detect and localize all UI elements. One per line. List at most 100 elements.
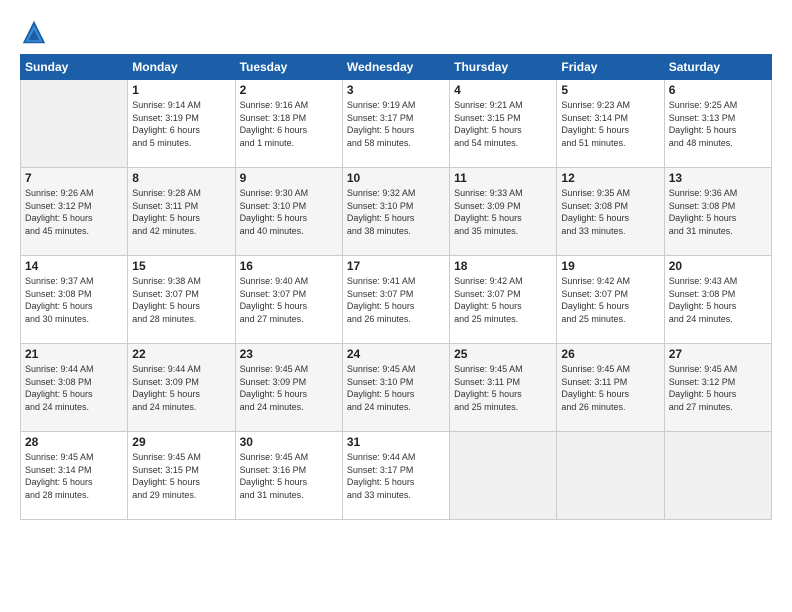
day-info: Sunrise: 9:35 AM Sunset: 3:08 PM Dayligh… <box>561 187 659 237</box>
calendar-cell: 11 Sunrise: 9:33 AM Sunset: 3:09 PM Dayli… <box>450 168 557 256</box>
day-info: Sunrise: 9:37 AM Sunset: 3:08 PM Dayligh… <box>25 275 123 325</box>
week-row-1: 7 Sunrise: 9:26 AM Sunset: 3:12 PM Daylig… <box>21 168 772 256</box>
day-number: 23 <box>240 347 338 361</box>
day-number: 4 <box>454 83 552 97</box>
day-number: 12 <box>561 171 659 185</box>
day-number: 7 <box>25 171 123 185</box>
calendar-cell: 13 Sunrise: 9:36 AM Sunset: 3:08 PM Dayli… <box>664 168 771 256</box>
calendar-cell: 29Sunrise: 9:45 AM Sunset: 3:15 PM Dayli… <box>128 432 235 520</box>
day-info: Sunrise: 9:33 AM Sunset: 3:09 PM Dayligh… <box>454 187 552 237</box>
calendar-cell: 23 Sunrise: 9:45 AM Sunset: 3:09 PM Dayli… <box>235 344 342 432</box>
weekday-header-saturday: Saturday <box>664 55 771 80</box>
calendar-cell: 28 Sunrise: 9:45 AM Sunset: 3:14 PM Dayli… <box>21 432 128 520</box>
day-number: 24 <box>347 347 445 361</box>
calendar-cell: 30Sunrise: 9:45 AM Sunset: 3:16 PM Dayli… <box>235 432 342 520</box>
day-number: 15 <box>132 259 230 273</box>
day-info: Sunrise: 9:43 AM Sunset: 3:08 PM Dayligh… <box>669 275 767 325</box>
calendar-cell: 19Sunrise: 9:42 AM Sunset: 3:07 PM Dayli… <box>557 256 664 344</box>
day-info: Sunrise: 9:42 AM Sunset: 3:07 PM Dayligh… <box>454 275 552 325</box>
day-info: Sunrise: 9:38 AM Sunset: 3:07 PM Dayligh… <box>132 275 230 325</box>
day-info: Sunrise: 9:21 AM Sunset: 3:15 PM Dayligh… <box>454 99 552 149</box>
day-info: Sunrise: 9:26 AM Sunset: 3:12 PM Dayligh… <box>25 187 123 237</box>
calendar-cell: 7 Sunrise: 9:26 AM Sunset: 3:12 PM Daylig… <box>21 168 128 256</box>
day-number: 6 <box>669 83 767 97</box>
day-info: Sunrise: 9:45 AM Sunset: 3:12 PM Dayligh… <box>669 363 767 413</box>
day-info: Sunrise: 9:30 AM Sunset: 3:10 PM Dayligh… <box>240 187 338 237</box>
day-number: 5 <box>561 83 659 97</box>
day-number: 18 <box>454 259 552 273</box>
calendar-cell: 8 Sunrise: 9:28 AM Sunset: 3:11 PM Daylig… <box>128 168 235 256</box>
calendar-cell: 24 Sunrise: 9:45 AM Sunset: 3:10 PM Dayli… <box>342 344 449 432</box>
calendar-cell <box>21 80 128 168</box>
calendar-table: SundayMondayTuesdayWednesdayThursdayFrid… <box>20 54 772 520</box>
day-info: Sunrise: 9:36 AM Sunset: 3:08 PM Dayligh… <box>669 187 767 237</box>
day-info: Sunrise: 9:45 AM Sunset: 3:11 PM Dayligh… <box>561 363 659 413</box>
day-info: Sunrise: 9:44 AM Sunset: 3:09 PM Dayligh… <box>132 363 230 413</box>
day-info: Sunrise: 9:44 AM Sunset: 3:17 PM Dayligh… <box>347 451 445 501</box>
day-number: 27 <box>669 347 767 361</box>
day-info: Sunrise: 9:42 AM Sunset: 3:07 PM Dayligh… <box>561 275 659 325</box>
day-info: Sunrise: 9:19 AM Sunset: 3:17 PM Dayligh… <box>347 99 445 149</box>
day-number: 1 <box>132 83 230 97</box>
day-number: 8 <box>132 171 230 185</box>
day-number: 13 <box>669 171 767 185</box>
calendar-cell: 26 Sunrise: 9:45 AM Sunset: 3:11 PM Dayli… <box>557 344 664 432</box>
calendar-cell: 5 Sunrise: 9:23 AM Sunset: 3:14 PM Daylig… <box>557 80 664 168</box>
page: SundayMondayTuesdayWednesdayThursdayFrid… <box>0 0 792 612</box>
calendar-cell: 14 Sunrise: 9:37 AM Sunset: 3:08 PM Dayli… <box>21 256 128 344</box>
day-info: Sunrise: 9:45 AM Sunset: 3:10 PM Dayligh… <box>347 363 445 413</box>
day-number: 16 <box>240 259 338 273</box>
day-number: 29 <box>132 435 230 449</box>
calendar-cell <box>664 432 771 520</box>
calendar-cell: 21Sunrise: 9:44 AM Sunset: 3:08 PM Dayli… <box>21 344 128 432</box>
day-number: 31 <box>347 435 445 449</box>
week-row-3: 21Sunrise: 9:44 AM Sunset: 3:08 PM Dayli… <box>21 344 772 432</box>
weekday-header-row: SundayMondayTuesdayWednesdayThursdayFrid… <box>21 55 772 80</box>
calendar-cell: 6Sunrise: 9:25 AM Sunset: 3:13 PM Daylig… <box>664 80 771 168</box>
calendar-cell: 10Sunrise: 9:32 AM Sunset: 3:10 PM Dayli… <box>342 168 449 256</box>
day-info: Sunrise: 9:14 AM Sunset: 3:19 PM Dayligh… <box>132 99 230 149</box>
day-number: 25 <box>454 347 552 361</box>
day-number: 14 <box>25 259 123 273</box>
calendar-cell: 1 Sunrise: 9:14 AM Sunset: 3:19 PM Daylig… <box>128 80 235 168</box>
day-info: Sunrise: 9:40 AM Sunset: 3:07 PM Dayligh… <box>240 275 338 325</box>
weekday-header-sunday: Sunday <box>21 55 128 80</box>
calendar-cell: 18 Sunrise: 9:42 AM Sunset: 3:07 PM Dayli… <box>450 256 557 344</box>
weekday-header-tuesday: Tuesday <box>235 55 342 80</box>
calendar-cell <box>450 432 557 520</box>
calendar-cell: 3 Sunrise: 9:19 AM Sunset: 3:17 PM Daylig… <box>342 80 449 168</box>
day-number: 22 <box>132 347 230 361</box>
calendar-cell: 27 Sunrise: 9:45 AM Sunset: 3:12 PM Dayli… <box>664 344 771 432</box>
calendar-cell <box>557 432 664 520</box>
weekday-header-wednesday: Wednesday <box>342 55 449 80</box>
calendar-cell: 15 Sunrise: 9:38 AM Sunset: 3:07 PM Dayli… <box>128 256 235 344</box>
day-number: 28 <box>25 435 123 449</box>
calendar-cell: 12 Sunrise: 9:35 AM Sunset: 3:08 PM Dayli… <box>557 168 664 256</box>
calendar-cell: 4 Sunrise: 9:21 AM Sunset: 3:15 PM Daylig… <box>450 80 557 168</box>
calendar-cell: 2 Sunrise: 9:16 AM Sunset: 3:18 PM Daylig… <box>235 80 342 168</box>
day-number: 20 <box>669 259 767 273</box>
week-row-0: 1 Sunrise: 9:14 AM Sunset: 3:19 PM Daylig… <box>21 80 772 168</box>
day-info: Sunrise: 9:45 AM Sunset: 3:14 PM Dayligh… <box>25 451 123 501</box>
day-info: Sunrise: 9:32 AM Sunset: 3:10 PM Dayligh… <box>347 187 445 237</box>
day-info: Sunrise: 9:45 AM Sunset: 3:16 PM Dayligh… <box>240 451 338 501</box>
calendar-cell: 9Sunrise: 9:30 AM Sunset: 3:10 PM Daylig… <box>235 168 342 256</box>
day-number: 3 <box>347 83 445 97</box>
day-info: Sunrise: 9:23 AM Sunset: 3:14 PM Dayligh… <box>561 99 659 149</box>
weekday-header-friday: Friday <box>557 55 664 80</box>
day-info: Sunrise: 9:16 AM Sunset: 3:18 PM Dayligh… <box>240 99 338 149</box>
day-info: Sunrise: 9:45 AM Sunset: 3:09 PM Dayligh… <box>240 363 338 413</box>
day-number: 11 <box>454 171 552 185</box>
day-number: 17 <box>347 259 445 273</box>
day-info: Sunrise: 9:45 AM Sunset: 3:11 PM Dayligh… <box>454 363 552 413</box>
logo-icon <box>20 18 48 46</box>
calendar-cell: 17 Sunrise: 9:41 AM Sunset: 3:07 PM Dayli… <box>342 256 449 344</box>
weekday-header-thursday: Thursday <box>450 55 557 80</box>
calendar-cell: 20 Sunrise: 9:43 AM Sunset: 3:08 PM Dayli… <box>664 256 771 344</box>
day-info: Sunrise: 9:28 AM Sunset: 3:11 PM Dayligh… <box>132 187 230 237</box>
day-number: 26 <box>561 347 659 361</box>
day-number: 21 <box>25 347 123 361</box>
day-info: Sunrise: 9:41 AM Sunset: 3:07 PM Dayligh… <box>347 275 445 325</box>
day-number: 2 <box>240 83 338 97</box>
calendar-cell: 31 Sunrise: 9:44 AM Sunset: 3:17 PM Dayli… <box>342 432 449 520</box>
